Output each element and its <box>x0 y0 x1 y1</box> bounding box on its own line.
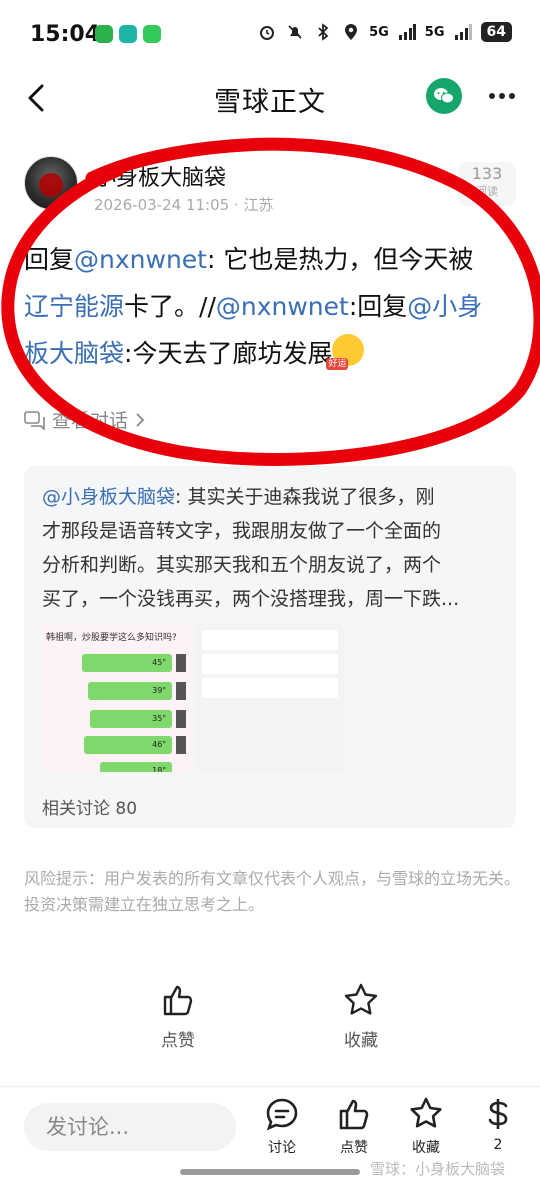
bottom-favorite-label: 收藏 <box>412 1140 440 1156</box>
reward-button[interactable]: 2 <box>468 1097 528 1153</box>
post-text: 回复 <box>24 245 75 274</box>
signal-icon <box>397 22 417 42</box>
mute-icon <box>285 22 305 42</box>
network-5g-label-2: 5G <box>424 24 445 40</box>
dollar-icon <box>488 1099 508 1129</box>
signal-icon-2 <box>453 22 473 42</box>
post-meta: 2026-03-24 11:05 · 江苏 <box>94 196 274 214</box>
voice-bubble: 35" <box>90 710 172 728</box>
mention-link[interactable]: @nxnwnet <box>216 292 349 321</box>
quote-line: 才那段是语音转文字，我跟朋友做了一个全面的 <box>42 520 442 542</box>
related-discussions-count[interactable]: 相关讨论 80 <box>42 794 137 819</box>
like-button[interactable]: 点赞 <box>138 982 218 1051</box>
star-icon <box>410 1097 442 1128</box>
author-header: 小身板大脑袋 2026-03-24 11:05 · 江苏 133 阅读 <box>24 156 516 216</box>
mention-link[interactable]: 板大脑袋 <box>24 339 124 368</box>
more-dot-icon <box>489 93 495 99</box>
quote-line: @小身板大脑袋: 其实关于迪森我说了很多，刚 <box>42 480 504 514</box>
avatar-image <box>39 173 63 197</box>
network-5g-label-1: 5G <box>369 24 389 40</box>
wechat-share-button[interactable] <box>426 78 462 114</box>
wechat-icon <box>434 88 454 104</box>
bottom-favorite-button[interactable]: 收藏 <box>396 1097 456 1157</box>
alarm-icon <box>257 22 277 42</box>
avatar-placeholder <box>176 682 186 700</box>
comment-icon <box>266 1098 298 1131</box>
chat-screenshot-image[interactable]: 韩祖啊，炒股要学这么多知识吗? 45" 39" 35" 46" 18" <box>42 624 190 772</box>
bottom-like-button[interactable]: 点赞 <box>324 1097 384 1157</box>
image-caption: 韩祖啊，炒股要学这么多知识吗? <box>46 633 177 643</box>
list-row-placeholder <box>202 654 338 674</box>
nav-bar: 雪球正文 <box>0 72 540 124</box>
post-line: 辽宁能源卡了。//@nxnwnet:回复@小身 <box>24 283 516 330</box>
status-app-icons <box>95 25 161 43</box>
voice-bubble: 39" <box>88 682 172 700</box>
comment-input[interactable]: 发讨论... <box>24 1103 236 1151</box>
home-indicator[interactable] <box>180 1169 360 1175</box>
watermark: 雪球：小身板大脑袋 <box>370 1160 506 1178</box>
voice-bubble: 18" <box>100 762 172 772</box>
emoji-tag: 好运 <box>326 358 349 370</box>
post-line: 回复@nxnwnet: 它也是热力，但今天被 <box>24 236 516 283</box>
bluetooth-icon <box>313 22 333 42</box>
views-label: 阅读 <box>476 185 498 198</box>
views-badge: 133 阅读 <box>458 162 516 206</box>
list-screenshot-image[interactable] <box>196 624 344 772</box>
status-indicators: 5G 5G 64 <box>257 22 512 42</box>
post-text: : 它也是热力，但今天被 <box>206 245 474 274</box>
post-body: 回复@nxnwnet: 它也是热力，但今天被 辽宁能源卡了。//@nxnwnet… <box>24 236 516 377</box>
list-row-placeholder <box>202 678 338 698</box>
voice-bubble: 45" <box>82 654 172 672</box>
like-label: 点赞 <box>161 1031 195 1051</box>
views-count: 133 <box>471 164 503 183</box>
thumbs-up-icon <box>339 1099 369 1130</box>
quote-line: 买了，一个没钱再买，两个没搭理我，周一下跌... <box>42 588 460 610</box>
avatar[interactable] <box>24 156 78 210</box>
discuss-label: 讨论 <box>268 1140 296 1156</box>
avatar-placeholder <box>176 736 186 754</box>
quoted-post-card[interactable]: @小身板大脑袋: 其实关于迪森我说了很多，刚 才那段是语音转文字，我跟朋友做了一… <box>24 466 516 828</box>
mention-link[interactable]: @小身 <box>407 292 482 321</box>
post-text: 卡了。// <box>124 292 216 321</box>
post-line: 板大脑袋:今天去了廊坊发展 好运 <box>24 330 516 377</box>
conversation-icon <box>24 410 45 430</box>
location-icon <box>341 22 361 42</box>
avatar-placeholder <box>176 654 186 672</box>
bottom-like-label: 点赞 <box>340 1140 368 1156</box>
post-text: :今天去了廊坊发展 <box>124 339 333 368</box>
star-icon <box>344 983 378 1015</box>
voice-bubble: 46" <box>84 736 172 754</box>
status-bar: 15:04 5G 5G 64 <box>0 0 540 72</box>
favorite-button[interactable]: 收藏 <box>321 982 401 1051</box>
more-dot-icon <box>499 93 505 99</box>
avatar-placeholder <box>176 710 186 728</box>
chevron-right-icon <box>136 412 145 427</box>
risk-disclaimer: 风险提示：用户发表的所有文章仅代表个人观点，与雪球的立场无关。投资决策需建立在独… <box>24 869 521 914</box>
view-conversation-label: 查看对话 <box>52 410 129 432</box>
quoted-post-text: @小身板大脑袋: 其实关于迪森我说了很多，刚 才那段是语音转文字，我跟朋友做了一… <box>42 480 504 616</box>
status-time: 15:04 <box>30 22 101 47</box>
app-notification-icon <box>119 25 137 43</box>
discuss-button[interactable]: 讨论 <box>252 1097 312 1157</box>
mention-link[interactable]: @nxnwnet <box>74 245 207 274</box>
stock-link[interactable]: 辽宁能源 <box>24 292 124 321</box>
thumbs-up-icon <box>163 985 193 1016</box>
favorite-label: 收藏 <box>344 1031 378 1051</box>
view-conversation-link[interactable]: 查看对话 <box>24 406 146 433</box>
battery-indicator: 64 <box>480 22 512 42</box>
post-text: :回复 <box>348 292 408 321</box>
quote-text: : 其实关于迪森我说了很多，刚 <box>175 486 435 508</box>
reward-count: 2 <box>493 1137 503 1153</box>
lucky-emoji-icon: 好运 <box>326 334 365 370</box>
more-options-button[interactable] <box>482 80 522 112</box>
more-dot-icon <box>509 93 515 99</box>
phone-notification-icon <box>143 25 161 43</box>
wechat-notification-icon <box>95 25 113 43</box>
list-row-placeholder <box>202 630 338 650</box>
quote-image-strip: 韩祖啊，炒股要学这么多知识吗? 45" 39" 35" 46" 18" <box>42 624 344 772</box>
quote-line: 分析和判断。其实那天我和五个朋友说了，两个 <box>42 554 442 576</box>
mention-link[interactable]: @小身板大脑袋 <box>42 486 175 508</box>
author-name[interactable]: 小身板大脑袋 <box>94 160 226 192</box>
